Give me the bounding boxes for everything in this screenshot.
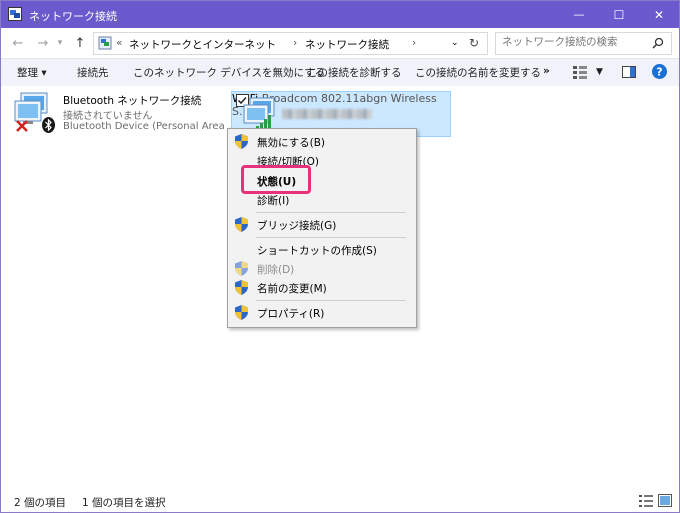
- connection-status: 接続されていません: [63, 111, 153, 122]
- redacted-network-name: [282, 109, 372, 119]
- window-title: ネットワーク接続: [29, 10, 117, 23]
- context-menu: 無効にする(B) 接続/切断(O) 状態(U) 診断(I) ブリッジ接続(G) …: [227, 128, 417, 328]
- uac-shield-icon: [235, 261, 248, 276]
- up-arrow-icon: ↑: [74, 35, 86, 51]
- close-icon: ✕: [653, 7, 665, 22]
- status-bar: 2 個の項目 1 個の項目を選択: [1, 490, 679, 512]
- change-view-icon[interactable]: [573, 66, 587, 79]
- menu-item-properties[interactable]: プロパティ(R): [228, 303, 416, 322]
- menu-item-label: ショートカットの作成(S): [257, 245, 377, 257]
- organize-menu[interactable]: 整理 ▾: [17, 65, 47, 80]
- menu-separator: [256, 237, 406, 238]
- breadcrumb-network-connections[interactable]: ネットワーク接続: [305, 37, 389, 52]
- close-button[interactable]: ✕: [639, 1, 679, 28]
- minimize-button[interactable]: —: [559, 1, 599, 28]
- search-input[interactable]: [502, 36, 642, 48]
- svg-text:?: ?: [656, 66, 662, 79]
- status-highlight-box: [241, 165, 311, 194]
- menu-item-label: 削除(D): [257, 264, 295, 276]
- address-bar[interactable]: « ネットワークとインターネット › ネットワーク接続 › ⌄ ↻: [93, 32, 488, 55]
- menu-item-create-shortcut[interactable]: ショートカットの作成(S): [228, 240, 416, 259]
- maximize-button[interactable]: ☐: [599, 1, 639, 28]
- maximize-icon: ☐: [613, 7, 625, 22]
- menu-item-rename[interactable]: 名前の変更(M): [228, 278, 416, 297]
- search-box[interactable]: [495, 32, 672, 55]
- disconnected-x-icon: [16, 120, 28, 132]
- large-icons-view-icon[interactable]: [658, 494, 672, 507]
- forward-arrow-icon: →: [37, 35, 49, 51]
- menu-item-disable[interactable]: 無効にする(B): [228, 132, 416, 151]
- breadcrumb-network-internet[interactable]: ネットワークとインターネット: [129, 37, 276, 52]
- menu-item-label: ブリッジ接続(G): [257, 220, 337, 232]
- back-arrow-icon: ←: [12, 35, 24, 51]
- refresh-icon[interactable]: ↻: [469, 36, 479, 50]
- item-count: 2 個の項目: [14, 497, 67, 509]
- rename-button[interactable]: この接続の名前を変更する: [415, 65, 541, 80]
- diagnose-button[interactable]: この接続を診断する: [307, 65, 402, 80]
- minimize-icon: —: [573, 8, 585, 21]
- selected-count: 1 個の項目を選択: [82, 497, 166, 509]
- disable-device-button[interactable]: このネットワーク デバイスを無効にする: [133, 65, 325, 80]
- uac-shield-icon: [235, 305, 248, 320]
- breadcrumb-separator-icon: ›: [293, 37, 298, 49]
- connect-to-button[interactable]: 接続先: [77, 65, 109, 80]
- command-bar: 整理 ▾ 接続先 このネットワーク デバイスを無効にする この接続を診断する こ…: [1, 58, 679, 87]
- breadcrumb-separator-icon: ›: [412, 37, 417, 49]
- menu-item-delete: 削除(D): [228, 259, 416, 278]
- bluetooth-icon: [42, 117, 55, 133]
- uac-shield-icon: [235, 134, 248, 149]
- view-options-chevron-icon[interactable]: ▼: [596, 67, 603, 77]
- chevron-down-icon: ▾: [57, 38, 63, 48]
- connection-device: Bluetooth Device (Personal Area ...: [63, 121, 238, 132]
- uac-shield-icon: [235, 280, 248, 295]
- address-dropdown-icon[interactable]: ⌄: [451, 38, 459, 48]
- menu-item-label: 名前の変更(M): [257, 283, 327, 295]
- breadcrumb-overflow[interactable]: «: [116, 37, 122, 49]
- menu-item-bridge[interactable]: ブリッジ接続(G): [228, 215, 416, 234]
- menu-item-label: 診断(I): [257, 195, 290, 207]
- more-commands-button[interactable]: »: [543, 65, 550, 77]
- network-folder-icon: [8, 7, 22, 21]
- search-icon[interactable]: [652, 37, 664, 49]
- menu-item-label: 無効にする(B): [257, 137, 326, 149]
- title-bar: ネットワーク接続 — ☐ ✕: [1, 1, 679, 28]
- network-location-icon: [98, 36, 112, 50]
- connection-item-bluetooth[interactable]: Bluetooth ネットワーク接続 接続されていません Bluetooth D…: [13, 91, 237, 137]
- uac-shield-icon: [235, 217, 248, 232]
- recent-locations-button[interactable]: ▾: [55, 34, 65, 52]
- up-button[interactable]: ↑: [71, 34, 89, 52]
- preview-pane-icon[interactable]: [622, 66, 636, 78]
- forward-button[interactable]: →: [34, 34, 52, 52]
- help-icon[interactable]: ?: [652, 64, 667, 79]
- navigation-bar: ← → ▾ ↑ « ネットワークとインターネット › ネットワーク接続 › ⌄ …: [1, 28, 679, 58]
- menu-separator: [256, 300, 406, 301]
- back-button[interactable]: ←: [9, 34, 27, 52]
- details-view-icon[interactable]: [639, 495, 653, 507]
- menu-item-label: プロパティ(R): [257, 308, 325, 320]
- connection-name: Bluetooth ネットワーク接続: [63, 95, 202, 107]
- explorer-window: ネットワーク接続 — ☐ ✕ ← → ▾ ↑ « ネットワークとインターネット …: [0, 0, 680, 513]
- menu-separator: [256, 212, 406, 213]
